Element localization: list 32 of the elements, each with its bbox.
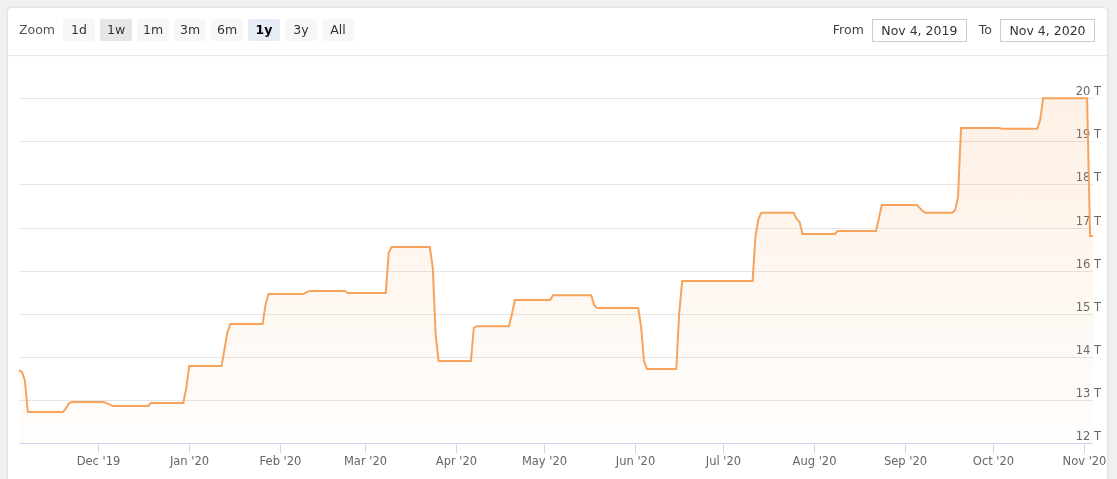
- date-input[interactable]: Nov 4, 2019: [871, 19, 967, 42]
- axis-label: May '20: [521, 454, 568, 468]
- zoom-label: Zoom: [19, 20, 56, 39]
- zoom-button[interactable]: 1d: [63, 19, 96, 41]
- zoom-button[interactable]: All: [322, 19, 355, 41]
- axis-label: 12 T: [1075, 428, 1101, 443]
- axis-label: 16 T: [1075, 256, 1101, 271]
- axis-label: Mar '20: [343, 454, 388, 468]
- zoom-button[interactable]: 1y: [248, 19, 281, 41]
- axis-label: Jan '20: [169, 454, 210, 468]
- axis-label: 14 T: [1075, 342, 1101, 357]
- zoom-button[interactable]: 6m: [211, 19, 244, 41]
- date-label: To: [978, 21, 992, 40]
- axis-label: 20 T: [1075, 83, 1101, 98]
- axis-label: Jul '20: [705, 454, 742, 468]
- axis-label: Jun '20: [615, 454, 656, 468]
- axis-label: Sep '20: [883, 454, 928, 468]
- zoom-button[interactable]: 1w: [100, 19, 133, 41]
- axis-label: Oct '20: [972, 454, 1015, 468]
- axis-label: Dec '19: [76, 454, 121, 468]
- axis-label: 13 T: [1075, 385, 1101, 400]
- axis-label: Feb '20: [259, 454, 302, 468]
- axis-label: Aug '20: [792, 454, 837, 468]
- date-input[interactable]: Nov 4, 2020: [1000, 19, 1095, 42]
- date-label: From: [832, 21, 864, 40]
- zoom-button[interactable]: 3m: [174, 19, 207, 41]
- axis-label: Apr '20: [435, 454, 478, 468]
- axis-label: 17 T: [1075, 213, 1101, 228]
- axis-label: Nov '20: [1062, 454, 1107, 468]
- zoom-button[interactable]: 3y: [285, 19, 318, 41]
- zoom-button[interactable]: 1m: [137, 19, 170, 41]
- axis-label: 15 T: [1075, 299, 1101, 314]
